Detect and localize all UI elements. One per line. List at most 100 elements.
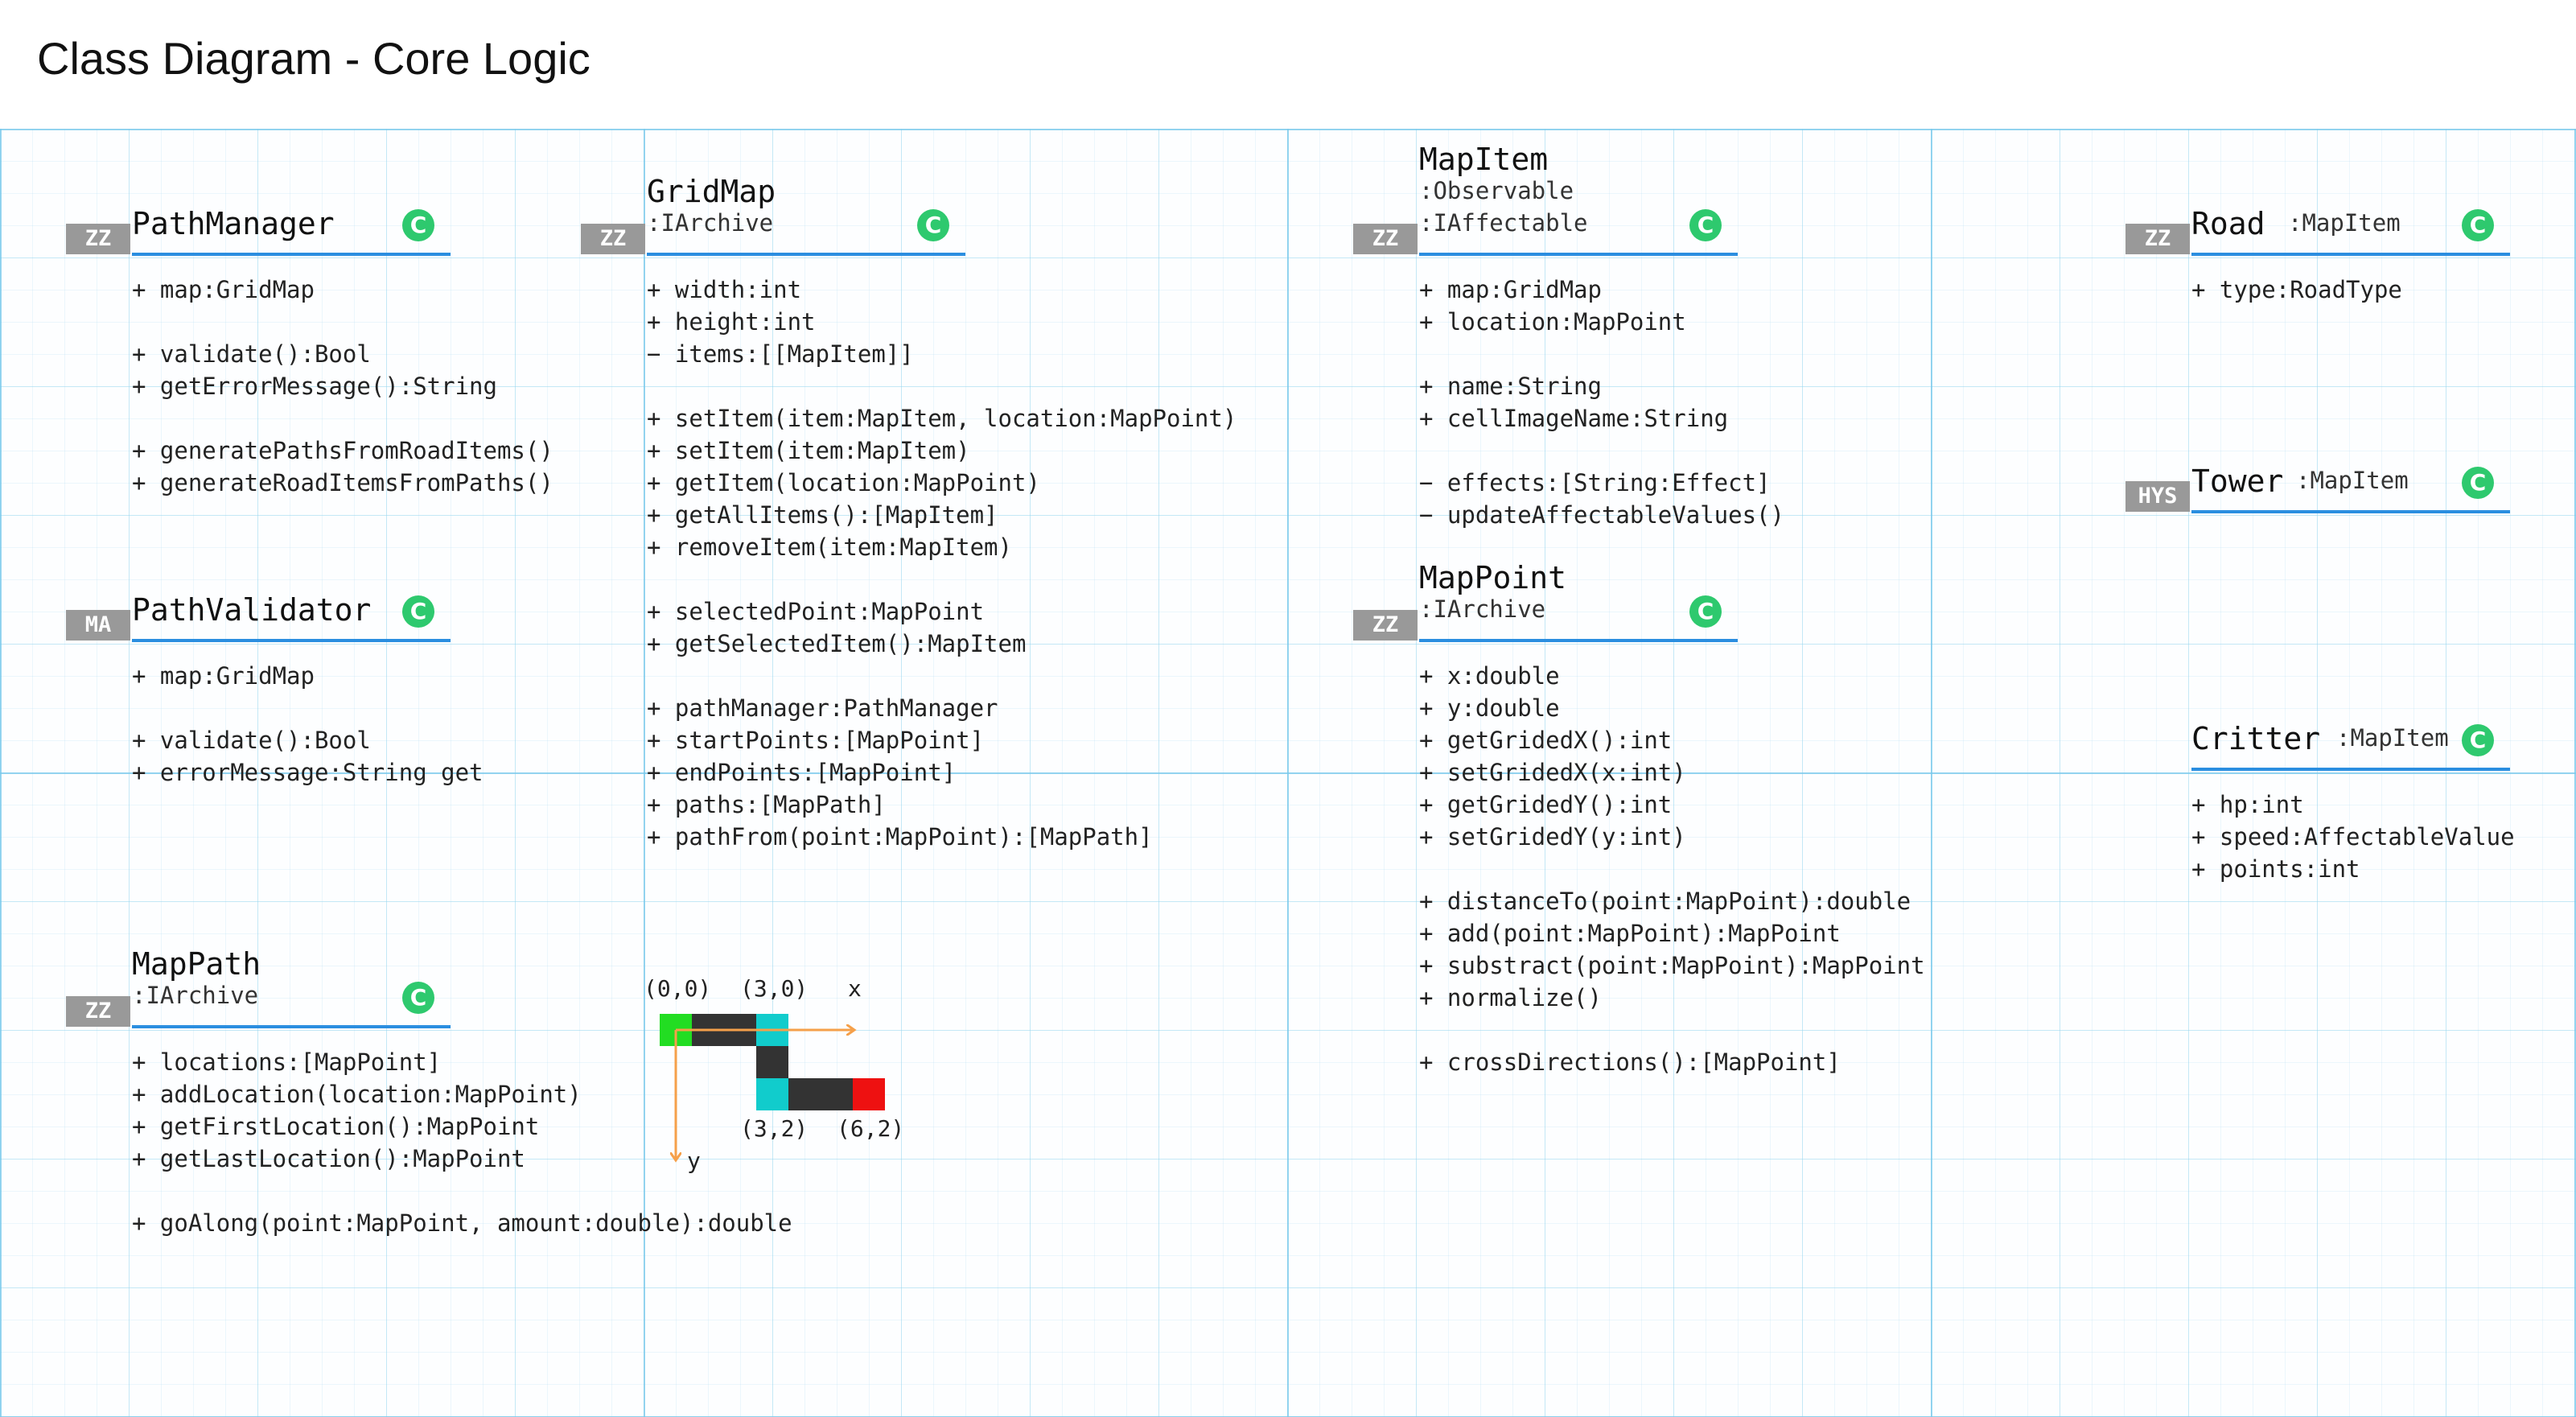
class-member: + endPoints:[MapPoint] [647,759,957,786]
class-tag: ZZ [1353,610,1418,641]
class-member: + crossDirections():[MapPoint] [1419,1048,1841,1076]
member-list: + map:GridMap + validate():Bool + errorMes… [132,660,484,789]
class-member: + setItem(item:MapItem) [647,437,970,464]
class-tag: ZZ [581,224,645,254]
class-member: + x:double [1419,662,1560,690]
class-super: :MapItem [2336,724,2449,752]
member-gap [1419,338,1784,370]
class-tag: HYS [2125,481,2190,512]
class-member: + getGridedY():int [1419,791,1673,818]
class-name: MapPath [132,946,261,982]
class-member: + removeItem(item:MapItem) [647,533,1012,561]
path-illustration: (0,0) (3,0) x (3,2) (6,2) y [644,975,904,1174]
class-member: + setItem(item:MapItem, location:MapPoin… [647,405,1237,432]
class-member: + setGridedY(y:int) [1419,823,1686,851]
class-underline [2191,253,2510,256]
class-member: − items:[[MapItem]] [647,340,914,368]
label-point-3-0: (3,0) [740,975,808,1002]
class-member: + getItem(location:MapPoint) [647,469,1040,496]
class-member: + type:RoadType [2191,276,2402,303]
class-super: :Observable [1419,177,1574,204]
class-member: + map:GridMap [1419,276,1602,303]
class-member: + location:MapPoint [1419,308,1686,336]
class-badge-icon: C [402,595,434,628]
class-member: + paths:[MapPath] [647,791,886,818]
class-member: + getGridedX():int [1419,727,1673,754]
class-member: + setGridedX(x:int) [1419,759,1686,786]
class-member: − updateAffectableValues() [1419,501,1784,529]
class-badge-icon: C [2462,209,2494,241]
class-super: :IArchive [1419,595,1546,623]
class-member: + add(point:MapPoint):MapPoint [1419,920,1841,947]
class-member: + errorMessage:String get [132,759,484,786]
member-gap [1419,853,1925,885]
header: Class Diagram - Core Logic [0,0,2576,129]
class-member: + generatePathsFromRoadItems() [132,437,553,464]
member-gap [647,370,1237,402]
class-member: + validate():Bool [132,727,371,754]
class-member: + getAllItems():[MapItem] [647,501,998,529]
class-member: + startPoints:[MapPoint] [647,727,985,754]
member-gap [132,402,553,435]
class-tag: ZZ [66,224,130,254]
member-list: + hp:int + speed:AffectableValue + points:… [2191,789,2515,885]
class-badge-icon: C [1689,595,1722,628]
class-badge-icon: C [2462,724,2494,756]
class-super: :MapItem [2288,209,2401,237]
class-tag: ZZ [2125,224,2190,254]
class-badge-icon: C [1689,209,1722,241]
class-underline [132,1025,451,1028]
class-super: :MapItem [2296,467,2409,494]
class-underline [2191,768,2510,771]
class-name: MapItem [1419,142,1549,177]
member-gap [647,563,1237,595]
class-member: + cellImageName:String [1419,405,1729,432]
member-gap [1419,435,1784,467]
class-underline [1419,253,1738,256]
class-member: + width:int [647,276,802,303]
label-origin: (0,0) [644,975,711,1002]
label-point-6-2: (6,2) [837,1115,904,1142]
class-badge-icon: C [402,209,434,241]
member-gap [132,692,484,724]
class-member: + getErrorMessage():String [132,373,497,400]
member-gap [647,660,1237,692]
class-member: + y:double [1419,694,1560,722]
label-x-axis: x [848,975,862,1002]
class-underline [647,253,965,256]
class-member: + substract(point:MapPoint):MapPoint [1419,952,1925,979]
class-tag: MA [66,610,130,641]
class-member: + hp:int [2191,791,2304,818]
class-name: Road [2191,206,2265,241]
class-tag: ZZ [66,996,130,1027]
class-super: :IArchive [647,209,774,237]
class-super: :IArchive [132,982,259,1009]
class-member: + height:int [647,308,816,336]
class-name: Tower [2191,463,2284,499]
class-member: + getSelectedItem():MapItem [647,630,1027,657]
corner-cell [756,1078,788,1110]
end-cell [853,1078,885,1110]
class-badge-icon: C [2462,467,2494,499]
member-list: + map:GridMap + validate():Bool + getError… [132,274,553,499]
class-underline [2191,510,2510,513]
class-member: + distanceTo(point:MapPoint):double [1419,888,1911,915]
member-list: + x:double + y:double + getGridedX():int + … [1419,660,1925,1078]
member-gap [132,306,553,338]
label-y-axis: y [687,1147,701,1174]
class-name: MapPoint [1419,560,1567,595]
member-list: + type:RoadType [2191,274,2402,306]
class-name: PathValidator [132,592,372,628]
class-member: − effects:[String:Effect] [1419,469,1771,496]
member-list: + map:GridMap + location:MapPoint + name:S… [1419,274,1784,531]
class-member: + generateRoadItemsFromPaths() [132,469,553,496]
class-badge-icon: C [917,209,949,241]
class-member: + points:int [2191,855,2360,883]
member-list: + width:int + height:int − items:[[MapItem… [647,274,1237,853]
class-underline [132,253,451,256]
class-name: GridMap [647,174,776,209]
label-point-3-2: (3,2) [740,1115,808,1142]
page-title: Class Diagram - Core Logic [37,33,591,84]
class-member: + pathManager:PathManager [647,694,998,722]
class-member: + speed:AffectableValue [2191,823,2515,851]
